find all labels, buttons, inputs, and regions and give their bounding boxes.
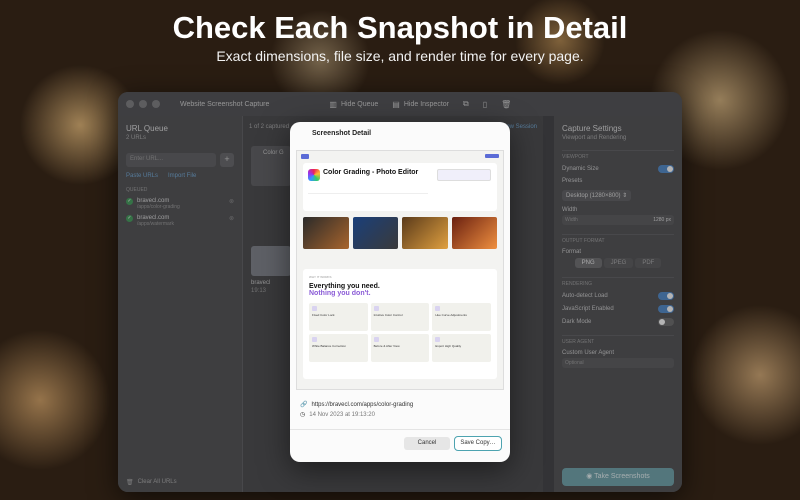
clock-icon: ◷ <box>300 412 306 418</box>
preview-nav-button <box>485 154 499 158</box>
preview-gallery <box>303 217 497 255</box>
preview-navbar <box>297 151 503 161</box>
screenshot-metadata: 🔗 https://bravecl.com/apps/color-grading… <box>300 398 413 419</box>
preview-description <box>308 193 428 201</box>
preview-features: WHY IT WORKS Everything you need. Nothin… <box>303 269 497 379</box>
feature-card: Intuitive Color Control <box>370 303 430 331</box>
feature-title: Fixed Color Lock <box>312 313 335 317</box>
gallery-image <box>451 217 497 249</box>
feature-title: Before & After View <box>373 344 400 348</box>
gallery-image <box>402 217 448 249</box>
feature-title: Export High Quality <box>435 344 462 348</box>
features-heading: Everything you need. <box>309 283 380 290</box>
feature-icon <box>373 306 379 311</box>
feature-title: Hue Curve Adjustments <box>435 313 467 317</box>
preview-download-card <box>437 169 491 181</box>
gallery-image <box>303 217 349 249</box>
color-wheel-icon <box>308 169 320 181</box>
features-grid: Fixed Color Lock Intuitive Color Control… <box>309 303 491 362</box>
screenshot-preview: Color Grading - Photo Editor WHY IT WORK… <box>296 150 504 390</box>
cancel-button[interactable]: Cancel <box>404 437 450 450</box>
hero-title: Check Each Snapshot in Detail <box>172 10 628 45</box>
feature-icon <box>312 306 317 311</box>
screenshot-url[interactable]: https://bravecl.com/apps/color-grading <box>311 402 413 408</box>
features-eyebrow: WHY IT WORKS <box>309 275 332 279</box>
hero-subtitle: Exact dimensions, file size, and render … <box>216 48 584 64</box>
feature-title: White Balance Correction <box>312 344 347 348</box>
features-heading-accent: Nothing you don't. <box>309 290 371 297</box>
preview-hero: Color Grading - Photo Editor <box>303 163 497 211</box>
feature-title: Intuitive Color Control <box>373 313 403 317</box>
feature-card: Fixed Color Lock <box>309 303 368 331</box>
gallery-image <box>352 217 398 249</box>
feature-icon <box>435 337 441 342</box>
feature-icon <box>312 337 317 342</box>
feature-icon <box>435 306 441 311</box>
feature-card: White Balance Correction <box>309 334 368 362</box>
feature-icon <box>373 337 379 342</box>
modal-title: Screenshot Detail <box>312 130 372 137</box>
feature-card: Before & After View <box>370 334 430 362</box>
screenshot-timestamp: 14 Nov 2023 at 19:13:20 <box>309 411 375 418</box>
feature-card: Hue Curve Adjustments <box>432 303 491 331</box>
preview-heading: Color Grading - Photo Editor <box>323 169 419 176</box>
screenshot-detail-modal: Screenshot Detail Color Grading - Photo … <box>290 122 510 462</box>
feature-card: Export High Quality <box>432 334 491 362</box>
modal-divider <box>290 429 510 430</box>
preview-logo <box>301 153 309 159</box>
link-icon: 🔗 <box>300 402 308 408</box>
save-copy-button[interactable]: Save Copy… <box>454 436 502 451</box>
